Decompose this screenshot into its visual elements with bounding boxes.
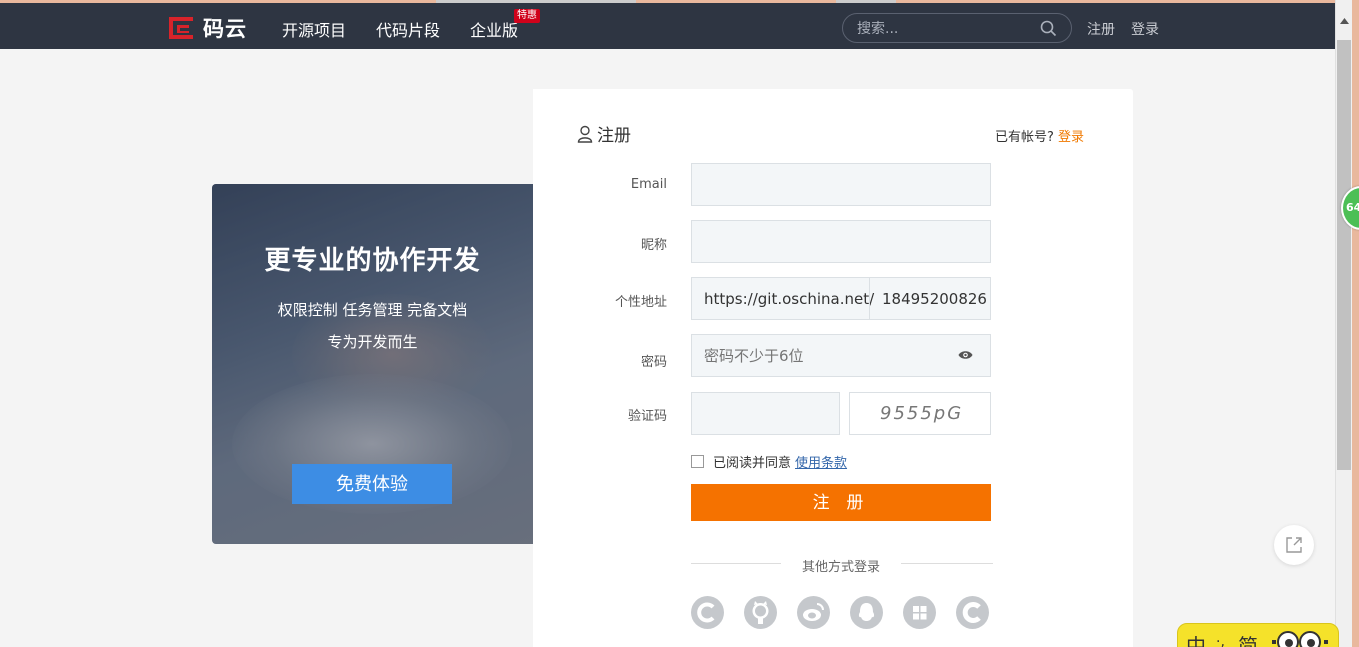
nav-login-link[interactable]: 登录 [1131,19,1159,39]
windows-icon [913,606,927,620]
ime-toolbar[interactable]: 中 ·, 简 [1177,623,1339,647]
search-icon[interactable] [1040,20,1057,37]
other-login-label: 其他方式登录 [801,560,880,575]
ime-mascot-icon [1272,631,1328,647]
user-icon [577,125,593,143]
register-panel: 注册 已有帐号? 登录 Email 昵称 个性地址 https://git.os… [533,89,1133,647]
nav-register-link[interactable]: 注册 [1087,19,1115,39]
vertical-scrollbar[interactable] [1335,0,1352,647]
share-float-button[interactable] [1274,525,1314,565]
password-field[interactable] [692,335,990,376]
login-link[interactable]: 登录 [1058,130,1084,145]
github-login-icon[interactable] [744,596,777,629]
qq-icon [858,603,875,621]
panel-title: 注册 [577,121,631,146]
captcha-field-wrapper [691,392,840,435]
logo-text: 码云 [203,17,247,41]
nickname-field[interactable] [692,221,990,262]
coding-icon [962,602,981,623]
email-field-wrapper [691,163,991,206]
search-input[interactable] [857,20,1037,38]
terms-agreement: 已阅读并同意 使用条款 [691,452,847,471]
captcha-image[interactable]: 9555pG [849,392,991,435]
eye-icon[interactable] [958,349,973,361]
logo-mark-icon [169,17,193,39]
promo-badge: 特惠 [514,9,540,23]
url-field-wrapper: https://git.oschina.net/ 18495200826 [691,277,991,320]
window-right-edge [1352,0,1359,647]
url-divider [869,278,870,319]
windows-login-icon[interactable] [903,596,936,629]
register-submit-button[interactable]: 注 册 [691,484,991,521]
email-field[interactable] [692,164,990,205]
url-field[interactable]: 18495200826 [882,290,990,308]
coding-login-icon[interactable] [956,596,989,629]
agree-text: 已阅读并同意 使用条款 [713,452,847,471]
scrollbar-thumb[interactable] [1337,40,1351,470]
password-field-wrapper [691,334,991,377]
email-label: Email [630,177,667,192]
promo-subtitle-features: 权限控制 任务管理 完备文档 [277,301,468,319]
promo-card: 更专业的协作开发 权限控制 任务管理 完备文档 专为开发而生 免费体验 [212,184,533,544]
captcha-label: 验证码 [627,409,667,424]
have-account-prompt: 已有帐号? 登录 [995,126,1084,145]
url-label: 个性地址 [614,295,667,310]
terms-link[interactable]: 使用条款 [795,456,847,471]
agree-label: 已阅读并同意 [713,456,792,471]
url-prefix: https://git.oschina.net/ [704,290,875,308]
password-label: 密码 [640,355,667,370]
nav-item-snippets[interactable]: 代码片段 [376,17,440,41]
weibo-icon [803,603,824,621]
external-link-icon [1286,537,1302,553]
top-navbar: 码云 开源项目 代码片段 企业版 特惠 注册 登录 [0,3,1335,49]
site-logo[interactable]: 码云 [167,13,247,43]
weibo-login-icon[interactable] [797,596,830,629]
search-box [842,13,1072,43]
terms-checkbox[interactable] [691,455,704,468]
nickname-field-wrapper [691,220,991,263]
free-trial-button[interactable]: 免费体验 [292,464,452,504]
speed-bubble-text: 64 [1346,201,1359,214]
ime-chinese-mode[interactable]: 中 [1186,630,1206,647]
nav-item-open-source[interactable]: 开源项目 [282,17,346,41]
captcha-text: 9555pG [880,403,964,424]
oschina-icon [697,602,715,623]
qq-login-icon[interactable] [850,596,883,629]
have-account-text: 已有帐号? [995,130,1054,145]
nav-item-enterprise[interactable]: 企业版 [470,17,518,41]
promo-subtitle-tagline: 专为开发而生 [327,333,418,351]
promo-title: 更专业的协作开发 [264,246,481,276]
github-icon [752,601,769,624]
nickname-label: 昵称 [640,238,667,253]
ime-punctuation[interactable]: ·, [1216,634,1225,647]
panel-title-text: 注册 [597,126,631,146]
scroll-up-icon[interactable] [1336,6,1353,36]
captcha-field[interactable] [692,393,839,434]
oschina-login-icon[interactable] [691,596,724,629]
ime-simplified[interactable]: 简 [1238,630,1258,647]
